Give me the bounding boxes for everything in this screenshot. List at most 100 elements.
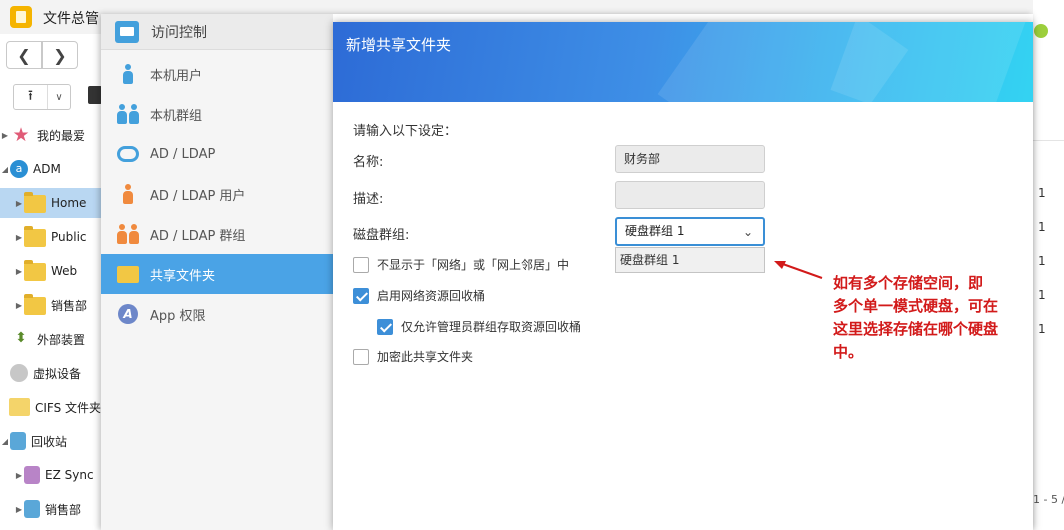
list-cell: 1 bbox=[1038, 322, 1046, 336]
checkbox-label: 不显示于「网络」或「网上邻居」中 bbox=[377, 258, 570, 272]
expand-arrow-icon[interactable]: ▶ bbox=[14, 267, 24, 276]
upload-icon: ⭱ bbox=[14, 85, 48, 109]
nav-label: 本机用户 bbox=[150, 68, 203, 84]
user-icon bbox=[116, 182, 140, 206]
name-field[interactable]: 财务部 bbox=[615, 145, 765, 173]
tree-item-adm[interactable]: ◢ a ADM bbox=[0, 154, 101, 184]
tree-item-label: 我的最爱 bbox=[37, 128, 86, 143]
expand-arrow-icon[interactable]: ▶ bbox=[14, 505, 24, 514]
nav-label: AD / LDAP 用户 bbox=[150, 188, 246, 204]
star-icon: ★ bbox=[12, 124, 30, 146]
toolbar-icon[interactable] bbox=[88, 86, 102, 104]
disk-icon bbox=[10, 364, 28, 382]
folder-icon bbox=[24, 294, 46, 315]
maximize-button[interactable] bbox=[1034, 24, 1048, 38]
nav-ad-ldap[interactable]: AD / LDAP bbox=[101, 134, 333, 174]
tree-item-label: 虚拟设备 bbox=[33, 366, 82, 381]
checkbox-label: 启用网络资源回收桶 bbox=[377, 289, 486, 303]
tree-item-sales-recycle[interactable]: ▶ 销售部 bbox=[0, 494, 101, 524]
description-label: 描述: bbox=[353, 192, 384, 207]
annotation-line: 中。 bbox=[833, 343, 864, 361]
list-cell: 1 bbox=[1038, 288, 1046, 302]
nav-shared-folders[interactable]: 共享文件夹 bbox=[101, 254, 333, 294]
nav-app-permissions[interactable]: A App 权限 bbox=[101, 294, 333, 334]
nav-label: AD / LDAP 群组 bbox=[150, 228, 246, 244]
user-icon bbox=[116, 62, 140, 86]
disk-group-select[interactable]: 硬盘群组 1 ⌄ bbox=[615, 217, 765, 246]
chevron-down-icon: ∨ bbox=[55, 91, 63, 103]
tree-item-label: Home bbox=[51, 196, 87, 210]
tree-item-virtual[interactable]: 虚拟设备 bbox=[0, 358, 101, 388]
annotation-arrow-icon bbox=[774, 261, 823, 279]
description-field[interactable] bbox=[615, 181, 765, 209]
upload-button[interactable]: ⭱ ∨ bbox=[13, 84, 71, 110]
recycle-bin-checkbox[interactable] bbox=[353, 287, 369, 304]
collapse-arrow-icon[interactable]: ◢ bbox=[0, 165, 10, 174]
nav-label: AD / LDAP bbox=[150, 146, 216, 162]
access-control-title: 访问控制 bbox=[151, 24, 207, 41]
folder-icon bbox=[116, 262, 140, 286]
tree-item-web[interactable]: ▶ Web bbox=[0, 256, 101, 286]
usb-icon: ⬍ bbox=[15, 330, 27, 346]
pager-text: 1 - 5 / 5 bbox=[1033, 493, 1064, 506]
tree-item-label: Public bbox=[51, 230, 87, 244]
tree-item-external[interactable]: ⬍ 外部装置 bbox=[0, 324, 101, 354]
folder-icon bbox=[24, 260, 46, 281]
disk-group-label: 磁盘群组: bbox=[353, 228, 410, 243]
nav-ad-ldap-users[interactable]: AD / LDAP 用户 bbox=[101, 174, 333, 214]
tree-item-label: EZ Sync bbox=[45, 468, 94, 482]
tree-item-sales[interactable]: ▶ 销售部 bbox=[0, 290, 101, 320]
expand-arrow-icon[interactable]: ▶ bbox=[14, 471, 24, 480]
disk-group-selected: 硬盘群组 1 bbox=[625, 224, 685, 238]
encrypt-checkbox[interactable] bbox=[353, 348, 369, 365]
admin-only-checkbox[interactable] bbox=[377, 318, 393, 335]
folder-icon bbox=[9, 398, 30, 416]
option-label: 硬盘群组 1 bbox=[620, 253, 680, 267]
expand-arrow-icon[interactable]: ▶ bbox=[14, 199, 24, 208]
disk-group-option[interactable]: 硬盘群组 1 bbox=[615, 247, 765, 273]
tree-item-public[interactable]: ▶ Public bbox=[0, 222, 101, 252]
file-list-edge: 1 1 1 1 1 1 - 5 / 5 bbox=[1033, 0, 1064, 530]
encrypt-row[interactable]: 加密此共享文件夹 bbox=[353, 348, 473, 365]
access-control-header: 访问控制 bbox=[101, 14, 333, 50]
nav-label: 共享文件夹 bbox=[150, 268, 216, 284]
nav-local-groups[interactable]: 本机群组 bbox=[101, 94, 333, 134]
folder-icon bbox=[24, 226, 46, 247]
file-manager-title: 文件总管 bbox=[43, 11, 99, 27]
nav-label: App 权限 bbox=[150, 308, 206, 324]
hide-network-checkbox[interactable] bbox=[353, 256, 369, 273]
tree-item-label: ADM bbox=[33, 162, 61, 176]
tree-item-label: 销售部 bbox=[45, 502, 82, 517]
dialog-intro: 请输入以下设定： bbox=[353, 124, 458, 139]
expand-arrow-icon[interactable]: ▶ bbox=[0, 131, 10, 140]
chevron-down-icon: ⌄ bbox=[742, 225, 753, 239]
hide-network-row[interactable]: 不显示于「网络」或「网上邻居」中 bbox=[353, 256, 569, 273]
chevron-right-icon: ❯ bbox=[53, 45, 67, 65]
admin-only-row[interactable]: 仅允许管理员群组存取资源回收桶 bbox=[377, 318, 581, 335]
recycle-bin-icon bbox=[24, 500, 40, 518]
adm-icon: a bbox=[10, 160, 28, 178]
list-cell: 1 bbox=[1038, 254, 1046, 268]
annotation-line: 多个单一模式硬盘，可在 bbox=[833, 297, 999, 315]
expand-arrow-icon[interactable]: ▶ bbox=[14, 301, 24, 310]
collapse-arrow-icon[interactable]: ◢ bbox=[0, 437, 10, 446]
recycle-bin-icon bbox=[24, 466, 40, 484]
tree-item-label: 回收站 bbox=[31, 434, 68, 449]
tree-item-home[interactable]: ▶ Home bbox=[0, 188, 101, 218]
list-cell: 1 bbox=[1038, 186, 1046, 200]
forward-button[interactable]: ❯ bbox=[42, 41, 78, 69]
dialog-title: 新增共享文件夹 bbox=[346, 36, 452, 54]
tree-item-cifs[interactable]: CIFS 文件夹 bbox=[0, 392, 101, 422]
chevron-left-icon: ❮ bbox=[17, 45, 31, 65]
dialog-header: 新增共享文件夹 bbox=[333, 22, 1033, 102]
nav-label: 本机群组 bbox=[150, 108, 203, 124]
recycle-bin-row[interactable]: 启用网络资源回收桶 bbox=[353, 287, 485, 304]
back-button[interactable]: ❮ bbox=[6, 41, 42, 69]
tree-item-recycle[interactable]: ◢ 回收站 bbox=[0, 426, 101, 456]
tree-item-favorites[interactable]: ▶ ★ 我的最爱 bbox=[0, 120, 101, 150]
nav-ad-ldap-groups[interactable]: AD / LDAP 群组 bbox=[101, 214, 333, 254]
nav-local-users[interactable]: 本机用户 bbox=[101, 54, 333, 94]
tree-item-ezsync[interactable]: ▶ EZ Sync bbox=[0, 460, 101, 490]
key-icon bbox=[116, 142, 140, 166]
expand-arrow-icon[interactable]: ▶ bbox=[14, 233, 24, 242]
